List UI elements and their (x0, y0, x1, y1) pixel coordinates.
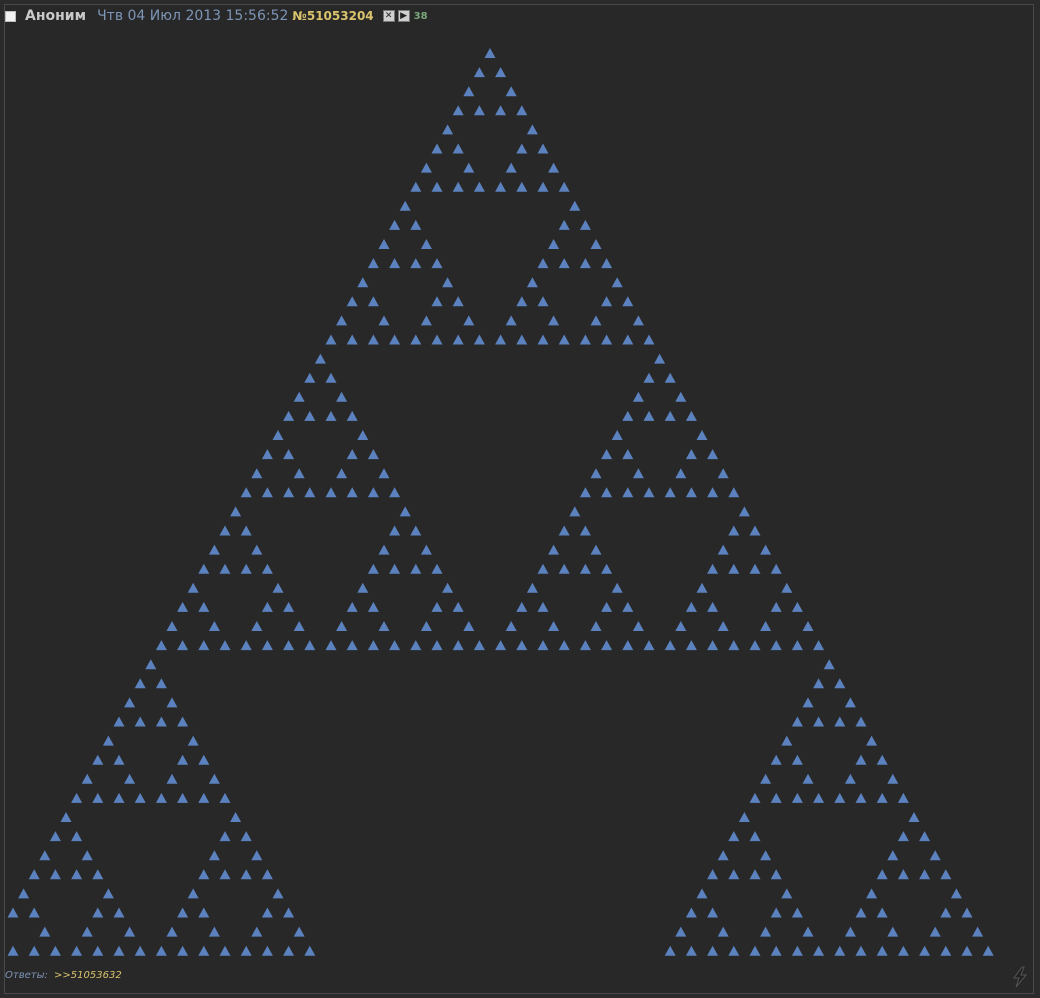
fractal-image[interactable] (0, 0, 1040, 998)
post-footer: Ответы: >>51053632 (5, 970, 122, 981)
lightning-icon[interactable] (1010, 966, 1030, 988)
fractal-triangles (7, 48, 994, 956)
reply-link[interactable]: >>51053632 (54, 970, 122, 981)
replies-label: Ответы: (5, 970, 48, 981)
